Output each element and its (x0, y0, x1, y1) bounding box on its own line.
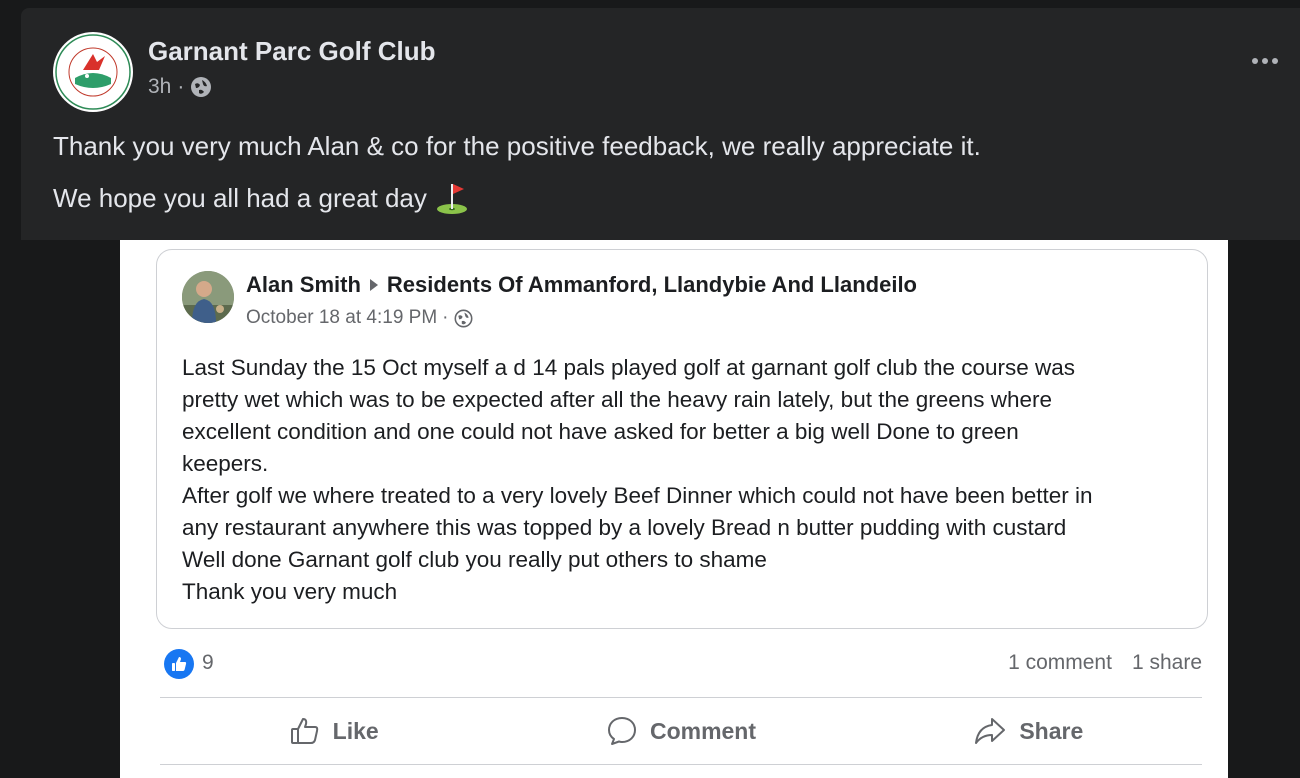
divider (160, 764, 1202, 765)
divider (160, 697, 1202, 698)
shared-author-avatar[interactable] (182, 271, 234, 323)
meta-separator: · (442, 307, 449, 328)
arrow-right-icon (369, 279, 378, 291)
share-count[interactable]: 1 share (1132, 651, 1202, 675)
thumbs-up-icon (172, 657, 187, 671)
shared-group-name[interactable]: Residents Of Ammanford, Llandybie And Ll… (387, 272, 917, 298)
body-line: Well done Garnant golf club you really p… (182, 547, 767, 572)
share-icon (975, 718, 1006, 744)
person-photo-icon (182, 271, 234, 323)
shared-post-time[interactable]: October 18 at 4:19 PM (246, 307, 437, 329)
shared-post-area: Alan Smith Residents Of Ammanford, Lland… (120, 240, 1228, 778)
comment-button[interactable]: Comment (507, 700, 854, 762)
meta-separator: · (177, 75, 185, 98)
action-bar: Like Comment Share (160, 700, 1202, 762)
like-button[interactable]: Like (160, 700, 507, 762)
body-line: Thank you very much (182, 579, 398, 604)
share-button[interactable]: Share (855, 700, 1202, 762)
share-label: Share (1019, 717, 1084, 744)
reaction-stats: 9 1 comment 1 share (120, 640, 1228, 690)
post-author[interactable]: Garnant Parc Golf Club (148, 36, 436, 67)
post-message-line1: Thank you very much Alan & co for the po… (53, 131, 981, 161)
comment-count[interactable]: 1 comment (1008, 651, 1112, 675)
comment-label: Comment (649, 717, 757, 744)
post-meta: 3h · (148, 75, 212, 99)
like-count[interactable]: 9 (202, 651, 214, 675)
post-message-text: We hope you all had a great day (53, 183, 427, 213)
like-reaction-icon[interactable] (164, 649, 194, 679)
globe-icon (191, 77, 212, 97)
shared-post-meta: October 18 at 4:19 PM · (246, 307, 473, 329)
body-line: any restaurant anywhere this was topped … (182, 515, 1067, 540)
golf-flag-icon (436, 184, 467, 214)
body-line: After golf we where treated to a very lo… (182, 483, 1093, 508)
globe-icon (454, 309, 472, 327)
shared-post-header: Alan Smith Residents Of Ammanford, Lland… (246, 272, 917, 298)
body-line: excellent condition and one could not ha… (182, 419, 1019, 444)
post-card: Garnant Parc Golf Club 3h · Thank you ve… (21, 8, 1300, 240)
comment-icon (607, 717, 636, 745)
more-options-icon[interactable] (1252, 58, 1278, 64)
post-time[interactable]: 3h (148, 75, 171, 99)
body-line: keepers. (182, 451, 269, 476)
shared-author-name[interactable]: Alan Smith (246, 272, 361, 298)
shared-post-body: Last Sunday the 15 Oct myself a d 14 pal… (182, 352, 1192, 608)
club-logo-icon (55, 34, 131, 110)
post-message-line2: We hope you all had a great day (53, 181, 469, 215)
shared-post-card[interactable]: Alan Smith Residents Of Ammanford, Lland… (156, 249, 1208, 629)
body-line: Last Sunday the 15 Oct myself a d 14 pal… (182, 355, 1076, 380)
like-label: Like (332, 717, 379, 744)
club-logo-avatar[interactable] (53, 32, 133, 112)
engagement-counts: 1 comment 1 share (1008, 651, 1202, 675)
thumbs-up-outline-icon (290, 718, 318, 744)
body-line: pretty wet which was to be expected afte… (182, 387, 1053, 412)
